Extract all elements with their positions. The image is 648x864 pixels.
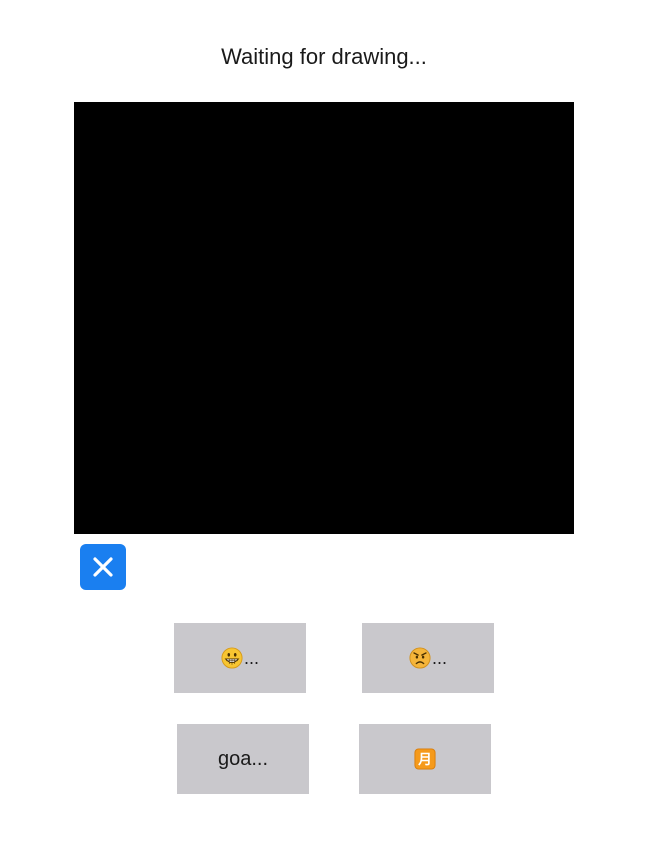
clear-button[interactable] (80, 544, 126, 590)
angry-face-icon (409, 647, 431, 669)
close-icon (93, 557, 113, 577)
suggestion-button-month[interactable]: 月 (359, 724, 491, 794)
japanese-monthly-amount-button-icon: 月 (414, 748, 436, 770)
suggestion-ellipsis: ... (431, 647, 447, 668)
suggestion-button-text[interactable]: goa... (177, 724, 309, 794)
month-glyph: 月 (417, 752, 432, 768)
suggestion-label: goa... (217, 747, 269, 770)
status-title: Waiting for drawing... (221, 44, 427, 69)
suggestion-ellipsis: ... (243, 647, 259, 668)
suggestion-button-angry[interactable]: ... (362, 623, 494, 693)
suggestion-button-grinning[interactable]: ... (174, 623, 306, 693)
grinning-face-icon (221, 647, 243, 669)
drawing-canvas[interactable] (74, 102, 574, 534)
